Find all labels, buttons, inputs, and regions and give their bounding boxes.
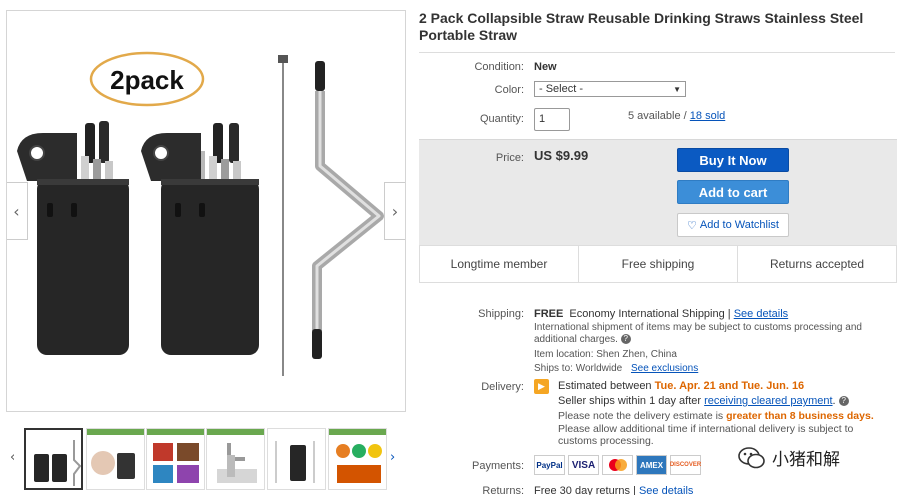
wechat-icon (738, 446, 765, 468)
feature-returns-accepted: Returns accepted (737, 246, 896, 282)
delivery-estimate-prefix: Estimated between (558, 380, 652, 392)
shipping-note: International shipment of items may be s… (534, 322, 862, 345)
shipping-details: FREE Economy International Shipping | Se… (534, 308, 896, 375)
badge-text: 2pack (110, 65, 184, 95)
thumbnail-image (275, 441, 315, 483)
ships-to-label: Ships to: (534, 363, 573, 374)
color-select-value: - Select - (539, 83, 584, 95)
shipping-service: Economy International Shipping | (569, 308, 731, 320)
thumb-next-icon[interactable]: › (390, 450, 395, 465)
feature-longtime-member: Longtime member (419, 246, 578, 282)
item-location-value: Shen Zhen, China (596, 349, 677, 360)
price-label: Price: (495, 152, 524, 164)
thumb-prev-icon[interactable]: ‹ (10, 450, 15, 465)
next-image-button[interactable]: › (384, 182, 405, 240)
price-value: US $9.99 (534, 148, 589, 163)
main-product-image[interactable]: 2pack ‹ › (6, 10, 406, 412)
thumbnail-5[interactable] (267, 428, 326, 490)
thumbnail-strip: ‹ › (6, 428, 406, 492)
returns-value: Free 30 day returns | See details (534, 485, 693, 495)
delivery-note-extra: Please allow additional time if internat… (558, 422, 854, 448)
thumbnail-image (207, 429, 264, 483)
thumbnail-4[interactable] (206, 428, 265, 490)
seller-features: Longtime member Free shipping Returns ac… (419, 245, 897, 283)
thumbnail-3[interactable] (146, 428, 205, 490)
quantity-input[interactable]: 1 (534, 108, 570, 131)
help-icon[interactable]: ? (620, 334, 631, 345)
see-exclusions-link[interactable]: See exclusions (631, 363, 698, 374)
delivery-date-range: Tue. Apr. 21 and Tue. Jun. 16 (654, 380, 805, 392)
sold-link[interactable]: 18 sold (690, 110, 725, 122)
chevron-left-icon: ‹ (13, 201, 20, 221)
delivery-truck-icon: ▶ (534, 379, 549, 394)
product-photo: 2pack (17, 51, 384, 376)
shipping-label: Shipping: (478, 308, 524, 320)
returns-text: Free 30 day returns | (534, 485, 636, 495)
add-to-watchlist-button[interactable]: ♡ Add to Watchlist (677, 213, 789, 237)
mastercard-logo (602, 455, 633, 475)
watchlist-label: Add to Watchlist (699, 219, 779, 231)
chevron-right-icon: › (391, 201, 399, 221)
dropdown-arrow-icon: ▼ (673, 84, 681, 94)
watermark-text: 小猪和解 (772, 450, 840, 470)
color-label: Color: (494, 84, 524, 96)
ships-within-text: Seller ships within 1 day after (558, 395, 702, 407)
paypal-logo: PayPal (534, 455, 565, 475)
color-select[interactable]: - Select - ▼ (534, 81, 686, 97)
ships-to-value: Worldwide (575, 363, 623, 374)
payments-label: Payments: (472, 460, 524, 472)
thumbnail-image (329, 429, 386, 483)
shipping-free: FREE (534, 308, 564, 320)
visa-logo: VISA (568, 455, 599, 475)
thumbnail-image (87, 429, 144, 479)
help-icon[interactable]: ? (838, 396, 849, 407)
prev-image-button[interactable]: ‹ (7, 182, 28, 240)
returns-label: Returns: (482, 485, 524, 495)
returns-see-details-link[interactable]: See details (639, 485, 693, 495)
delivery-note-prefix: Please note the delivery estimate is (558, 410, 724, 422)
feature-free-shipping: Free shipping (578, 246, 737, 282)
delivery-details: Estimated between Tue. Apr. 21 and Tue. … (558, 380, 894, 448)
thumbnail-image (34, 440, 81, 486)
amex-logo: AMEX (636, 455, 667, 475)
item-location-label: Item location: (534, 349, 594, 360)
quantity-label: Quantity: (479, 113, 524, 125)
availability: 5 available / 18 sold (628, 110, 725, 122)
product-title: 2 Pack Collapsible Straw Reusable Drinki… (419, 10, 864, 43)
heart-icon: ♡ (687, 218, 697, 232)
available-text: 5 available / (628, 110, 687, 122)
thumbnail-image (147, 429, 204, 483)
thumbnail-6[interactable] (328, 428, 387, 490)
shipping-see-details-link[interactable]: See details (734, 308, 788, 320)
cleared-payment-link[interactable]: receiving cleared payment (704, 395, 832, 407)
add-to-cart-button[interactable]: Add to cart (677, 180, 789, 204)
buy-it-now-button[interactable]: Buy It Now (677, 148, 789, 172)
divider (419, 52, 895, 53)
condition-label: Condition: (474, 61, 524, 73)
discover-logo: DISCOVER (670, 455, 701, 475)
mastercard-icon (608, 459, 627, 471)
delivery-note-highlight: greater than 8 business days. (726, 410, 874, 422)
delivery-label: Delivery: (481, 381, 524, 393)
watermark: 小猪和解 (738, 445, 840, 470)
thumbnail-2[interactable] (86, 428, 145, 490)
condition-value: New (534, 61, 557, 73)
thumbnail-1[interactable] (24, 428, 83, 490)
